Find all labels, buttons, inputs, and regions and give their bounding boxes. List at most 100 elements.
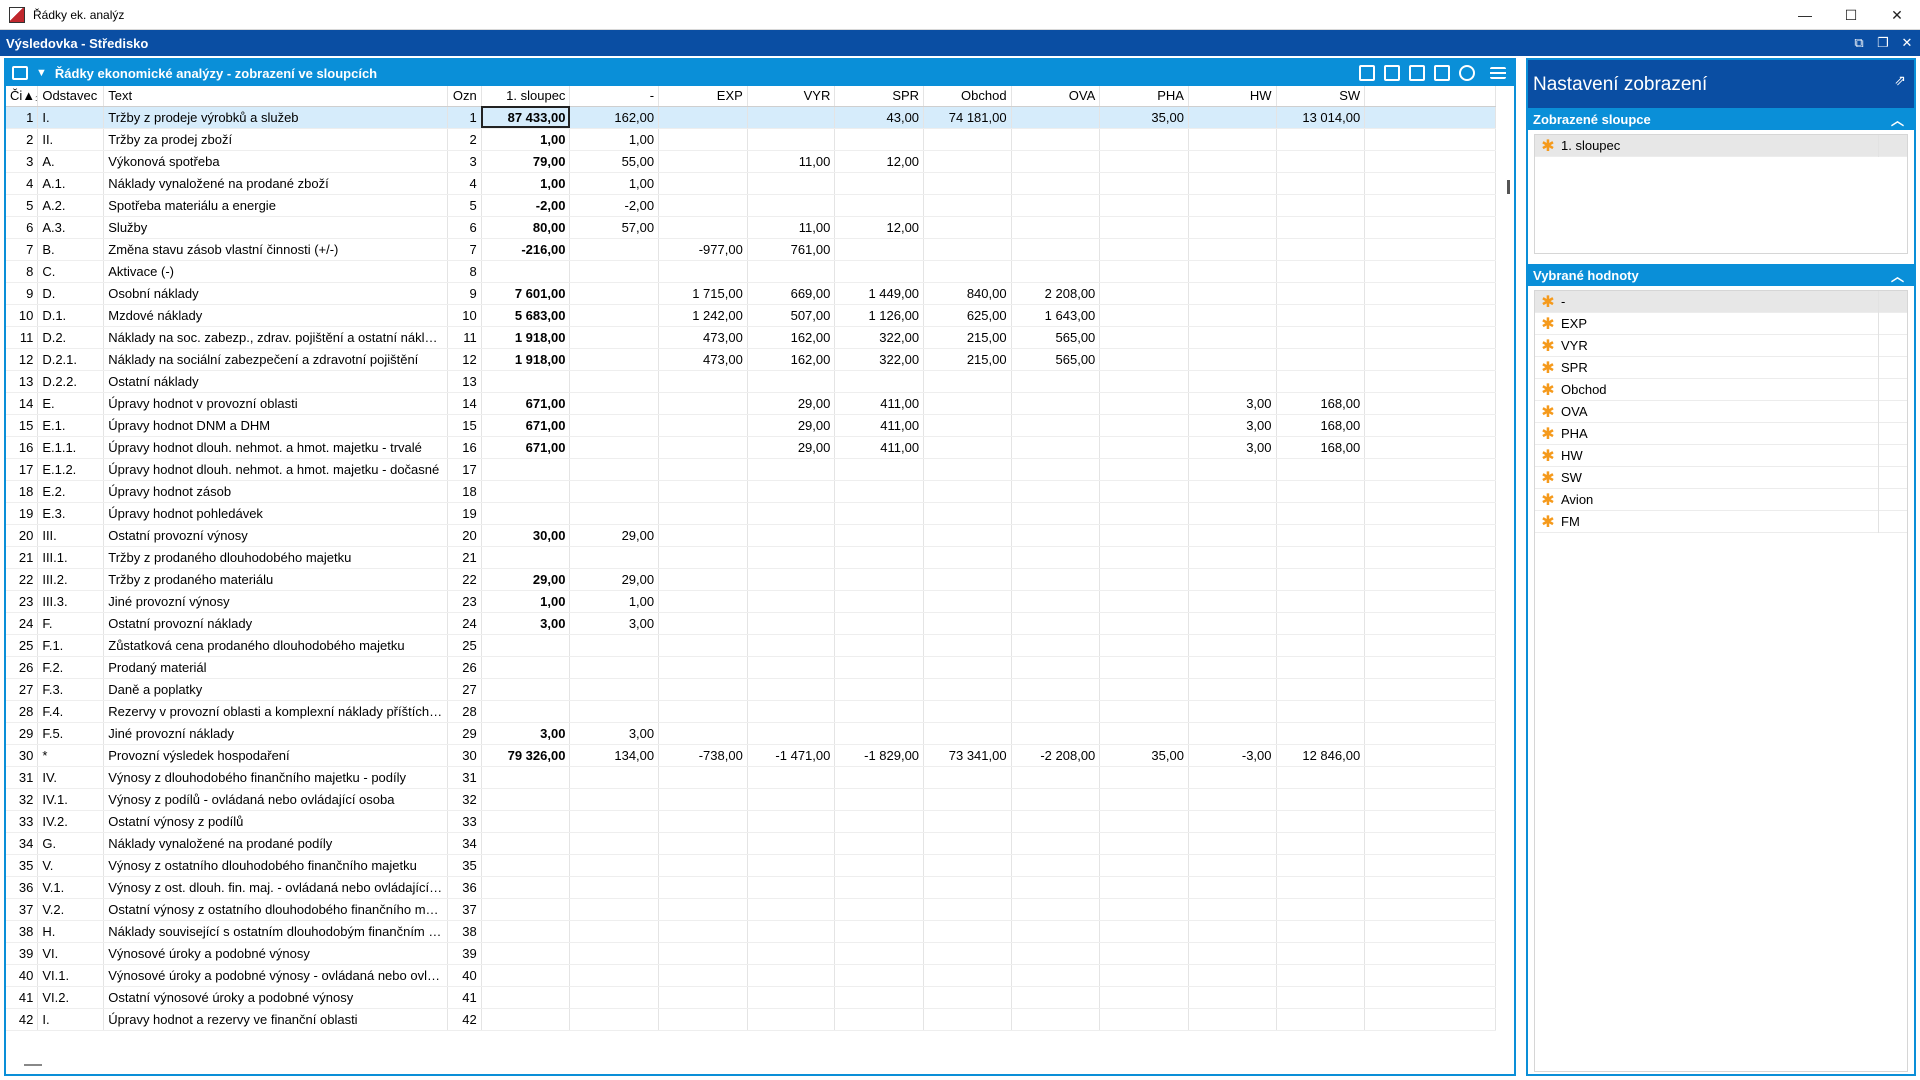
table-cell[interactable] [569,304,660,327]
table-row[interactable]: 2 II. Tržby za prodej zboží 2 1,00 1,00 [6,128,1496,151]
popout-icon[interactable]: ⇗ [1894,72,1906,89]
table-cell[interactable] [1276,568,1366,591]
table-row[interactable]: 35 V. Výnosy z ostatního dlouhodobého fina… [6,854,1496,877]
table-cell[interactable] [747,986,836,1009]
table-row[interactable]: 25 F.1. Zůstatková cena prodaného dlouhodo… [6,634,1496,657]
table-cell[interactable]: 32 [447,788,482,811]
table-cell[interactable]: 3,00 [569,722,660,745]
list-item[interactable]: ✱ HW [1535,445,1907,467]
table-cell[interactable]: 7 601,00 [481,282,571,305]
table-cell[interactable]: F.5. [37,722,105,745]
table-cell[interactable] [747,700,836,723]
table-cell[interactable] [1188,766,1277,789]
table-cell[interactable]: 5 [447,194,482,217]
column-header[interactable]: 1. sloupec [481,86,571,107]
table-cell[interactable] [481,920,571,943]
table-cell[interactable]: 25 [6,634,39,657]
table-cell[interactable] [1099,194,1189,217]
table-cell[interactable] [1011,656,1101,679]
table-row[interactable]: 9 D. Osobní náklady 9 7 601,00 1 715,00 669,00… [6,282,1496,305]
table-cell[interactable] [1188,898,1277,921]
table-cell[interactable]: 20 [447,524,482,547]
table-cell[interactable]: Zůstatková cena prodaného dlouhodobého m… [103,634,448,657]
table-cell[interactable] [1276,370,1366,393]
table-cell[interactable]: 13 [447,370,482,393]
table-cell[interactable] [569,986,660,1009]
table-cell[interactable] [747,854,836,877]
table-cell[interactable]: Tržby z prodaného dlouhodobého majetku [103,546,448,569]
table-cell[interactable] [569,326,660,349]
table-cell[interactable]: F.3. [37,678,105,701]
table-cell[interactable] [923,128,1012,151]
table-cell[interactable] [923,986,1012,1009]
table-cell[interactable] [569,898,660,921]
table-cell[interactable] [923,260,1012,283]
table-cell[interactable]: 9 [6,282,39,305]
table-cell[interactable]: Výnosové úroky a podobné výnosy - ovláda… [103,964,448,987]
table-cell[interactable] [747,766,836,789]
table-row[interactable]: 21 III.1. Tržby z prodaného dlouhodobého m… [6,546,1496,569]
chevron-down-icon[interactable]: ▼ [36,67,47,79]
table-cell[interactable]: 39 [447,942,482,965]
table-cell[interactable]: 4 [447,172,482,195]
table-cell[interactable]: 8 [447,260,482,283]
table-cell[interactable] [1099,238,1189,261]
table-cell[interactable] [658,458,748,481]
table-cell[interactable]: C. [37,260,105,283]
list-item[interactable]: ✱ VYR [1535,335,1907,357]
table-cell[interactable]: Výnosy z ost. dlouh. fin. maj. - ovládan… [103,876,448,899]
table-cell[interactable] [834,700,925,723]
table-cell[interactable] [1011,634,1101,657]
table-cell[interactable] [1188,150,1277,173]
table-row[interactable]: 20 III. Ostatní provozní výnosy 20 30,00 29,0… [6,524,1496,547]
table-cell[interactable] [1011,128,1101,151]
table-cell[interactable] [834,238,925,261]
table-cell[interactable]: III.1. [37,546,105,569]
table-cell[interactable] [481,854,571,877]
table-cell[interactable]: 10 [447,304,482,327]
table-cell[interactable] [1011,502,1101,525]
table-cell[interactable]: 79,00 [481,150,571,173]
table-cell[interactable] [1276,480,1366,503]
table-cell[interactable] [923,238,1012,261]
table-cell[interactable] [658,832,748,855]
table-cell[interactable]: 162,00 [569,106,660,129]
table-cell[interactable] [1276,612,1366,635]
table-cell[interactable] [658,942,748,965]
table-cell[interactable]: 7 [6,238,39,261]
table-cell[interactable]: 1 242,00 [658,304,748,327]
table-cell[interactable] [834,656,925,679]
table-cell[interactable] [658,876,748,899]
table-cell[interactable]: 3,00 [1188,392,1277,415]
table-cell[interactable]: Spotřeba materiálu a energie [103,194,448,217]
table-cell[interactable] [1011,458,1101,481]
table-cell[interactable] [834,876,925,899]
table-cell[interactable] [1099,612,1189,635]
list-item[interactable]: ✱ Avion [1535,489,1907,511]
columns-icon[interactable] [1434,65,1450,81]
table-cell[interactable] [1011,832,1101,855]
table-cell[interactable]: A.3. [37,216,105,239]
table-cell[interactable] [1099,458,1189,481]
table-cell[interactable]: 23 [447,590,482,613]
table-cell[interactable]: Náklady na soc. zabezp., zdrav. pojištěn… [103,326,448,349]
table-cell[interactable] [658,1008,748,1031]
table-cell[interactable] [1011,920,1101,943]
table-cell[interactable]: 5 [6,194,39,217]
table-cell[interactable]: A. [37,150,105,173]
table-cell[interactable] [1099,260,1189,283]
table-cell[interactable] [1276,656,1366,679]
table-cell[interactable] [923,568,1012,591]
table-cell[interactable]: 29,00 [481,568,571,591]
table-cell[interactable] [1011,238,1101,261]
table-cell[interactable]: Tržby za prodej zboží [103,128,448,151]
table-cell[interactable]: 29,00 [747,414,836,437]
table-cell[interactable]: 40 [6,964,39,987]
table-cell[interactable]: 35 [6,854,39,877]
table-cell[interactable] [658,216,748,239]
table-cell[interactable]: F.1. [37,634,105,657]
table-row[interactable]: 18 E.2. Úpravy hodnot zásob 18 [6,480,1496,503]
table-cell[interactable]: 322,00 [834,348,925,371]
table-cell[interactable] [1011,150,1101,173]
table-cell[interactable] [1011,546,1101,569]
